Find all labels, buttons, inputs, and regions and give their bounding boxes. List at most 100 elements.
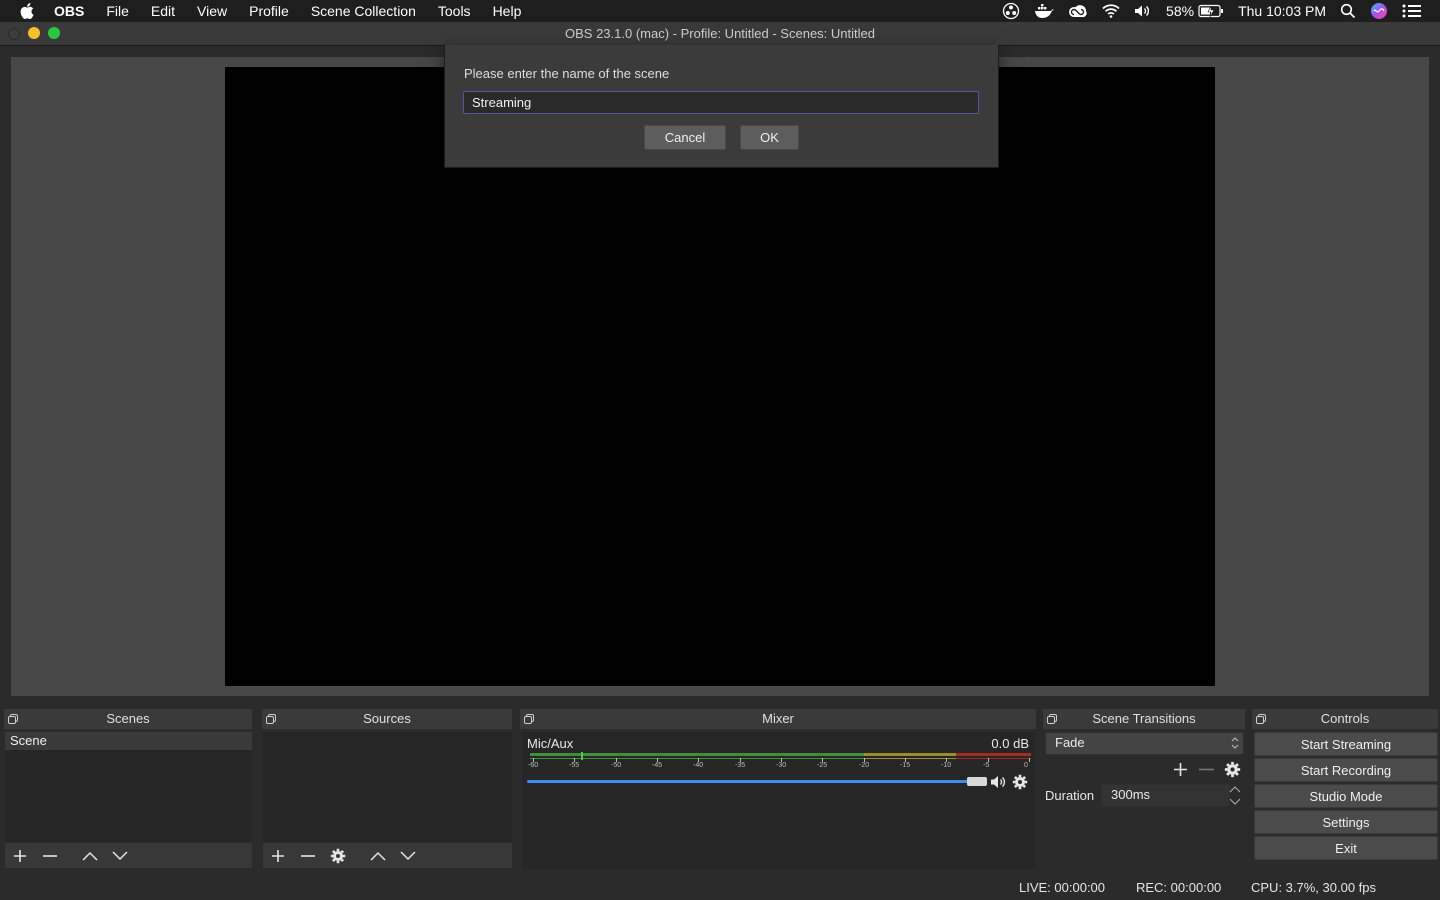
controls-dock-header: Controls bbox=[1252, 709, 1438, 729]
cancel-button[interactable]: Cancel bbox=[644, 125, 726, 150]
move-source-up-button[interactable] bbox=[363, 844, 393, 868]
meter-tick bbox=[1029, 758, 1030, 762]
meter-tick-label: -25 bbox=[817, 762, 828, 769]
dock-float-icon[interactable] bbox=[524, 714, 534, 724]
menu-edit[interactable]: Edit bbox=[151, 3, 175, 19]
start-recording-button[interactable]: Start Recording bbox=[1254, 758, 1438, 782]
menu-scene-collection[interactable]: Scene Collection bbox=[311, 3, 416, 19]
menu-app-obs[interactable]: OBS bbox=[54, 3, 84, 19]
rec-timer: REC: 00:00:00 bbox=[1136, 880, 1222, 895]
transitions-dock-title: Scene Transitions bbox=[1092, 711, 1196, 726]
exit-button[interactable]: Exit bbox=[1254, 836, 1438, 860]
remove-scene-button[interactable] bbox=[35, 844, 65, 868]
start-streaming-button[interactable]: Start Streaming bbox=[1254, 732, 1438, 756]
macos-menubar: OBS File Edit View Profile Scene Collect… bbox=[0, 0, 1440, 22]
move-scene-down-button[interactable] bbox=[105, 844, 135, 868]
meter-tick-label: -30 bbox=[776, 762, 787, 769]
scene-name-input[interactable] bbox=[463, 91, 979, 114]
menu-view[interactable]: View bbox=[197, 3, 227, 19]
settings-button[interactable]: Settings bbox=[1254, 810, 1438, 834]
sources-list[interactable] bbox=[263, 732, 512, 842]
sources-dock-header: Sources bbox=[262, 709, 512, 729]
creative-cloud-icon[interactable] bbox=[1068, 3, 1088, 19]
menu-tools[interactable]: Tools bbox=[438, 3, 471, 19]
transition-select-value: Fade bbox=[1055, 735, 1085, 750]
volume-icon[interactable] bbox=[1134, 4, 1152, 18]
dock-float-icon[interactable] bbox=[266, 714, 276, 724]
siri-icon[interactable] bbox=[1370, 2, 1388, 20]
dialog-prompt: Please enter the name of the scene bbox=[464, 66, 670, 81]
duration-spinbox[interactable]: 300ms bbox=[1101, 784, 1230, 807]
dock-float-icon[interactable] bbox=[1256, 714, 1266, 724]
meter-yellow-segment bbox=[864, 758, 956, 759]
scene-name-dialog: Please enter the name of the scene Cance… bbox=[444, 45, 999, 168]
transitions-dock-header: Scene Transitions bbox=[1043, 709, 1245, 729]
meter-red-segment bbox=[956, 758, 1031, 759]
scenes-dock-header: Scenes bbox=[4, 709, 252, 729]
controls-dock-title: Controls bbox=[1320, 711, 1370, 726]
transition-select[interactable]: Fade bbox=[1045, 732, 1244, 755]
menubar-clock[interactable]: Thu 10:03 PM bbox=[1238, 3, 1326, 19]
duration-value: 300ms bbox=[1111, 787, 1151, 802]
status-bar: LIVE: 00:00:00 REC: 00:00:00 CPU: 3.7%, … bbox=[0, 876, 1440, 900]
list-item[interactable]: Scene bbox=[5, 732, 252, 750]
scenes-list: Scene bbox=[5, 732, 252, 842]
battery-charging-icon[interactable] bbox=[1198, 4, 1224, 18]
meter-tick-label: -10 bbox=[941, 762, 952, 769]
cpu-fps-readout: CPU: 3.7%, 30.00 fps bbox=[1251, 880, 1377, 895]
remove-source-button[interactable] bbox=[293, 844, 323, 868]
meter-tick-label: -5 bbox=[983, 762, 990, 769]
mixer-dock-title: Mixer bbox=[762, 711, 794, 726]
mixer-level-readout: 0.0 dB bbox=[991, 736, 1029, 751]
obs-tray-icon[interactable] bbox=[1002, 2, 1020, 20]
meter-tick-label: -55 bbox=[569, 762, 580, 769]
meter-tick-label: 0 bbox=[1024, 762, 1028, 769]
menu-file[interactable]: File bbox=[106, 3, 129, 19]
volume-slider-handle[interactable] bbox=[967, 777, 987, 786]
duration-stepper[interactable] bbox=[1228, 784, 1242, 807]
volume-slider-track[interactable] bbox=[527, 780, 975, 783]
meter-yellow-segment bbox=[864, 753, 956, 756]
move-scene-up-button[interactable] bbox=[75, 844, 105, 868]
meter-red-segment bbox=[956, 753, 1031, 756]
studio-mode-button[interactable]: Studio Mode bbox=[1254, 784, 1438, 808]
add-source-button[interactable] bbox=[263, 844, 293, 868]
meter-tick-label: -20 bbox=[859, 762, 870, 769]
mixer-channel-name: Mic/Aux bbox=[527, 736, 574, 751]
live-timer: LIVE: 00:00:00 bbox=[1019, 880, 1106, 895]
add-transition-button[interactable] bbox=[1173, 762, 1188, 777]
meter-tick-label: -45 bbox=[652, 762, 663, 769]
mixer-settings-gear-icon[interactable] bbox=[1012, 774, 1028, 790]
dock-float-icon[interactable] bbox=[8, 714, 18, 724]
apple-logo-icon[interactable] bbox=[20, 3, 34, 19]
meter-tick-label: -40 bbox=[693, 762, 704, 769]
spotlight-search-icon[interactable] bbox=[1340, 3, 1356, 19]
add-scene-button[interactable] bbox=[5, 844, 35, 868]
mute-speaker-icon[interactable] bbox=[990, 774, 1007, 790]
move-source-down-button[interactable] bbox=[393, 844, 423, 868]
mixer-dock-header: Mixer bbox=[520, 709, 1036, 729]
meter-tick-label: -35 bbox=[735, 762, 746, 769]
battery-percent: 58% bbox=[1166, 3, 1195, 19]
meter-tick-label: -60 bbox=[528, 762, 539, 769]
meter-tick-label: -50 bbox=[611, 762, 622, 769]
source-properties-gear-icon[interactable] bbox=[323, 844, 353, 868]
dock-float-icon[interactable] bbox=[1047, 714, 1057, 724]
sources-toolbar bbox=[263, 843, 512, 868]
sources-dock-title: Sources bbox=[363, 711, 411, 726]
window-titlebar: OBS 23.1.0 (mac) - Profile: Untitled - S… bbox=[0, 22, 1440, 46]
meter-peak-marker bbox=[581, 752, 583, 760]
remove-transition-button[interactable] bbox=[1198, 762, 1215, 777]
window-title: OBS 23.1.0 (mac) - Profile: Untitled - S… bbox=[565, 26, 875, 41]
scenes-dock-title: Scenes bbox=[106, 711, 150, 726]
notification-center-icon[interactable] bbox=[1402, 4, 1422, 18]
menu-help[interactable]: Help bbox=[493, 3, 522, 19]
meter-tick-label: -15 bbox=[900, 762, 911, 769]
menu-profile[interactable]: Profile bbox=[249, 3, 289, 19]
docker-icon[interactable] bbox=[1034, 3, 1054, 19]
scenes-toolbar bbox=[5, 843, 252, 868]
ok-button[interactable]: OK bbox=[740, 125, 799, 150]
select-arrows-icon bbox=[1231, 736, 1239, 750]
wifi-icon[interactable] bbox=[1102, 4, 1120, 18]
transition-properties-gear-icon[interactable] bbox=[1224, 761, 1241, 778]
